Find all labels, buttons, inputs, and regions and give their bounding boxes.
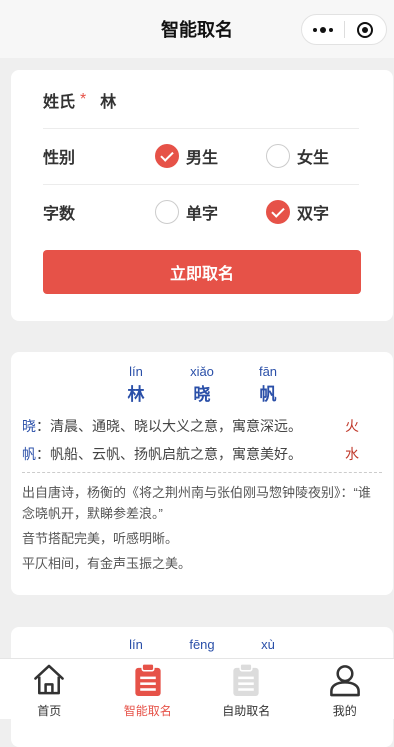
five-element-badge: 水 (345, 444, 359, 464)
char-count-label: 字数 (43, 200, 75, 224)
divider (22, 472, 382, 473)
required-mark: * (80, 91, 86, 109)
tab-label: 智能取名 (124, 702, 172, 719)
name-char: fān 帆 (238, 364, 298, 406)
tab-smart-naming[interactable]: 智能取名 (99, 659, 198, 719)
user-icon (327, 662, 363, 697)
rhythm-note: 平仄相间，有金声玉振之美。 (22, 553, 377, 574)
close-miniprogram-button[interactable] (345, 15, 387, 44)
meaning-text: ：清晨、通晓、晓以大义之意，寓意深远。 (36, 418, 302, 434)
char-meaning: 晓：清晨、通晓、晓以大义之意，寓意深远。 (22, 416, 350, 436)
surname-row: 姓氏 * 林 (43, 72, 359, 129)
pinyin: lín (106, 364, 166, 380)
gender-option-label: 女生 (297, 144, 329, 168)
unchecked-radio-icon[interactable] (155, 200, 179, 224)
tab-label: 首页 (37, 702, 61, 719)
checked-radio-icon[interactable] (155, 144, 179, 168)
meaning-char: 晓 (22, 418, 36, 434)
gender-option-male[interactable]: 男生 (155, 144, 218, 168)
tab-bar: 首页 智能取名 自助取名 我的 (0, 658, 394, 719)
target-circle-icon (357, 22, 373, 38)
name-char: fēng (172, 637, 232, 653)
pinyin: fēng (172, 637, 232, 653)
more-dots-icon (313, 27, 333, 33)
count-option-label: 双字 (297, 200, 329, 224)
more-button[interactable] (302, 15, 344, 44)
name-char: lín 林 (106, 364, 166, 406)
page-title: 智能取名 (161, 16, 233, 42)
clipboard-icon (130, 662, 166, 697)
tab-self-naming[interactable]: 自助取名 (197, 659, 296, 719)
checked-radio-icon[interactable] (266, 200, 290, 224)
five-element-badge: 火 (345, 416, 359, 436)
pinyin: fān (238, 364, 298, 380)
gender-option-label: 男生 (186, 144, 218, 168)
poem-source: 出自唐诗，杨衡的《将之荆州南与张伯刚马惣钟陵夜别》：“谁念晓帆开，默睇参差浪。” (22, 482, 377, 524)
surname-label: 姓氏 (43, 88, 75, 112)
naming-form-card: 姓氏 * 林 性别 男生 女生 字数 单字 双字 立即取名 (11, 70, 393, 321)
hanzi: 帆 (238, 384, 298, 406)
mini-program-capsule (301, 14, 387, 45)
tab-mine[interactable]: 我的 (296, 659, 394, 719)
pinyin: lín (106, 637, 166, 653)
pinyin: xù (238, 637, 298, 653)
home-icon (31, 662, 67, 697)
meaning-char: 帆 (22, 446, 36, 462)
clipboard-icon (228, 662, 264, 697)
pinyin: xiǎo (172, 364, 232, 380)
name-result-card[interactable]: lín 林 xiǎo 晓 fān 帆 晓：清晨、通晓、晓以大义之意，寓意深远。 … (11, 352, 393, 595)
tab-label: 自助取名 (222, 702, 270, 719)
count-option-single[interactable]: 单字 (155, 200, 218, 224)
hanzi: 林 (106, 384, 166, 406)
name-char: lín (106, 637, 166, 653)
char-count-row: 字数 单字 双字 (43, 184, 359, 240)
name-char: xù (238, 637, 298, 653)
surname-input[interactable]: 林 (100, 88, 116, 112)
tab-home[interactable]: 首页 (0, 659, 99, 719)
count-option-double[interactable]: 双字 (266, 200, 329, 224)
hanzi: 晓 (172, 384, 232, 406)
meaning-text: ：帆船、云帆、扬帆启航之意，寓意美好。 (36, 446, 302, 462)
nav-bar: 智能取名 (0, 0, 394, 58)
count-option-label: 单字 (186, 200, 218, 224)
tab-label: 我的 (333, 702, 357, 719)
unchecked-radio-icon[interactable] (266, 144, 290, 168)
gender-option-female[interactable]: 女生 (266, 144, 329, 168)
gender-row: 性别 男生 女生 (43, 128, 359, 185)
generate-name-button[interactable]: 立即取名 (43, 250, 361, 294)
name-char: xiǎo 晓 (172, 364, 232, 406)
tone-note: 音节搭配完美，听感明晰。 (22, 528, 377, 549)
gender-label: 性别 (43, 144, 75, 168)
char-meaning: 帆：帆船、云帆、扬帆启航之意，寓意美好。 (22, 444, 350, 464)
